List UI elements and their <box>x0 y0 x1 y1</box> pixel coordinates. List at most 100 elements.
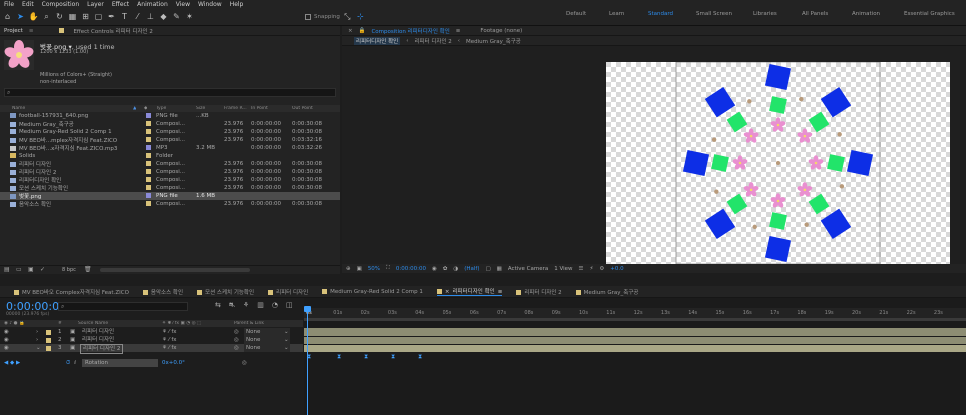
workspace-default[interactable]: Default <box>566 11 586 17</box>
col-size[interactable]: Size <box>196 106 205 111</box>
snap-icon[interactable]: ⤡ <box>342 11 353 22</box>
new-comp-icon[interactable]: ▣ <box>28 266 34 273</box>
flowchart-icon[interactable]: ⚙ <box>599 266 604 272</box>
expand-icon[interactable]: › <box>36 337 38 343</box>
tab-effect-controls[interactable]: Effect Controls 리피터 디자인 2 <box>73 27 152 35</box>
comp-mini-flowchart-icon[interactable]: ⇆ <box>215 301 221 310</box>
sort-icon[interactable]: ▲ <box>133 106 136 111</box>
playhead-handle[interactable] <box>304 306 311 312</box>
layer-row[interactable]: ◉ › 1 ▣ 리피터 디자인 ⚘ ⁄ fx ◎ None ⌄ <box>0 328 303 336</box>
frame-blending-icon[interactable]: ▥ <box>257 301 264 310</box>
layer-name[interactable]: 리피터 디자인 <box>80 328 116 336</box>
bit-depth[interactable]: 8 bpc <box>62 267 76 273</box>
menu-effect[interactable]: Effect <box>112 1 129 8</box>
label-swatch[interactable] <box>146 177 151 182</box>
workspace-essential-graphics[interactable]: Essential Graphics <box>904 11 955 17</box>
project-item[interactable]: 음악소스 확인 Composi... 23.976 0:00:00:00 0:00:30… <box>0 200 340 208</box>
col-in-point[interactable]: In Point <box>251 106 268 111</box>
roto-brush-tool-icon[interactable]: ✎ <box>171 11 182 22</box>
hand-tool-icon[interactable]: ✋ <box>28 11 39 22</box>
label-swatch[interactable] <box>46 329 51 335</box>
project-item[interactable]: 리피터 디자인 Composi... 23.976 0:00:00:00 0:00:30… <box>0 160 340 168</box>
menu-icon[interactable]: ≡ <box>498 289 503 295</box>
horizontal-scrollbar[interactable] <box>100 268 250 272</box>
label-swatch[interactable] <box>146 153 151 158</box>
trash-icon[interactable]: 🗑 <box>84 266 92 273</box>
label-swatch[interactable] <box>146 113 151 118</box>
home-icon[interactable]: ⌂ <box>2 11 13 22</box>
menu-view[interactable]: View <box>176 1 190 8</box>
keyframe-icon[interactable]: ⧗ <box>364 353 368 361</box>
camera-tool-icon[interactable]: ▦ <box>67 11 78 22</box>
resolution-select[interactable]: (Half) <box>464 266 479 272</box>
magnify-icon[interactable]: ⊕ <box>346 266 351 272</box>
new-folder-icon[interactable]: ▭ <box>16 266 22 273</box>
label-swatch[interactable] <box>146 185 151 190</box>
keyframe-icon[interactable]: ⧗ <box>391 353 395 361</box>
layer-row[interactable]: ◉ › 2 ▣ 리피터 디자인 ⚘ ⁄ fx ◎ None ⌄ <box>0 336 303 344</box>
lock-icon[interactable]: 🔒 <box>359 28 366 34</box>
project-item[interactable]: 리피터 디자인 2 Composi... 23.976 0:00:00:00 0:00:… <box>0 168 340 176</box>
timeline-tab[interactable]: MV BEO바오 Complex자격지심 Feat.ZICO <box>14 288 129 296</box>
pan-behind-tool-icon[interactable]: ⊞ <box>80 11 91 22</box>
project-item[interactable]: 모션 스케치 기능확인 Composi... 23.976 0:00:00:00 0:0… <box>0 184 340 192</box>
workspace-learn[interactable]: Learn <box>609 11 624 17</box>
exposure-value[interactable]: +0.0 <box>610 266 623 272</box>
timeline-tab[interactable]: 모션 스케치 기능확인 <box>197 288 254 296</box>
layer-name[interactable]: 리피터 디자인 2 <box>80 344 124 354</box>
pick-whip-icon[interactable]: ◎ <box>234 337 239 343</box>
layer-switches[interactable]: ⚘ ⁄ fx <box>162 329 177 335</box>
interpret-footage-icon[interactable]: ▤ <box>4 266 10 273</box>
label-swatch[interactable] <box>46 337 51 343</box>
label-swatch[interactable] <box>146 201 151 206</box>
fast-preview-icon[interactable]: ⚡ <box>589 266 593 272</box>
label-swatch[interactable] <box>146 145 151 150</box>
pick-whip-icon[interactable]: ◎ <box>234 345 239 351</box>
clone-stamp-tool-icon[interactable]: ⊥ <box>145 11 156 22</box>
eraser-tool-icon[interactable]: ◆ <box>158 11 169 22</box>
rotation-label[interactable]: Rotation <box>82 359 158 367</box>
menu-layer[interactable]: Layer <box>87 1 104 8</box>
label-swatch[interactable] <box>146 137 151 142</box>
project-item[interactable]: 벚꽃.png PNG file 1.6 MB <box>0 192 340 200</box>
keyframe-icon[interactable]: ⧗ <box>418 353 422 361</box>
draft-3d-icon[interactable]: ⛐ <box>229 301 235 310</box>
breadcrumb-item[interactable]: Medium Gray_축구공 <box>466 37 521 45</box>
keyframe-nav-icon[interactable]: ◀ ◆ ▶ <box>4 360 20 366</box>
motion-blur-icon[interactable]: ◔ <box>272 301 278 310</box>
selection-tool-icon[interactable]: ➤ <box>15 11 26 22</box>
timeline-tab[interactable]: 리피터 디자인 <box>268 288 308 296</box>
pixel-aspect-icon[interactable]: ☰ <box>579 266 584 272</box>
playhead[interactable] <box>307 306 308 415</box>
tab-composition[interactable]: Composition 리피터디자인 확인 <box>371 27 449 35</box>
project-search-input[interactable]: ⌕ <box>4 88 336 97</box>
timeline-tab[interactable]: 음악소스 확인 <box>142 288 183 296</box>
col-name[interactable]: Name <box>12 106 25 111</box>
timeline-tab[interactable]: Medium Gray_축구공 <box>575 288 639 296</box>
expand-icon[interactable]: ⌄ <box>36 345 41 351</box>
eye-icon[interactable]: ◉ <box>4 337 9 343</box>
snap-grid-icon[interactable]: ⊹ <box>355 11 366 22</box>
timeline-tab[interactable]: Medium Gray-Red Solid 2 Comp 1 <box>322 288 423 295</box>
channel-icon[interactable]: ◑ <box>453 266 458 272</box>
tab-project[interactable]: Project <box>4 28 23 34</box>
grid-icon[interactable]: ▣ <box>357 266 362 272</box>
col-source-name[interactable]: Source Name <box>78 321 108 326</box>
pick-whip-icon[interactable]: ◎ <box>234 329 239 335</box>
layer-switches[interactable]: ⚘ ⁄ fx <box>162 345 177 351</box>
tab-footage[interactable]: Footage (none) <box>480 28 522 34</box>
brush-tool-icon[interactable]: ⁄ <box>132 11 143 22</box>
project-item[interactable]: 리피터디자인 확인 Composi... 23.976 0:00:00:00 0:00:… <box>0 176 340 184</box>
workspace-small-screen[interactable]: Small Screen <box>696 11 732 17</box>
rotation-value[interactable]: 0x+0.0° <box>162 360 185 366</box>
workspace-standard[interactable]: Standard <box>648 11 673 17</box>
menu-window[interactable]: Window <box>198 1 222 8</box>
layer-bar-2[interactable] <box>304 336 966 344</box>
label-swatch[interactable] <box>146 193 151 198</box>
zoom-select[interactable]: 50% <box>368 266 380 272</box>
graph-editor-icon[interactable]: ◫ <box>286 301 293 310</box>
region-icon[interactable]: ▢ <box>485 266 490 272</box>
label-column-icon[interactable]: ◆ <box>144 106 147 111</box>
snapshot-icon[interactable]: ◉ <box>432 266 437 272</box>
breadcrumb-item[interactable]: 리피터디자인 확인 <box>354 36 401 45</box>
